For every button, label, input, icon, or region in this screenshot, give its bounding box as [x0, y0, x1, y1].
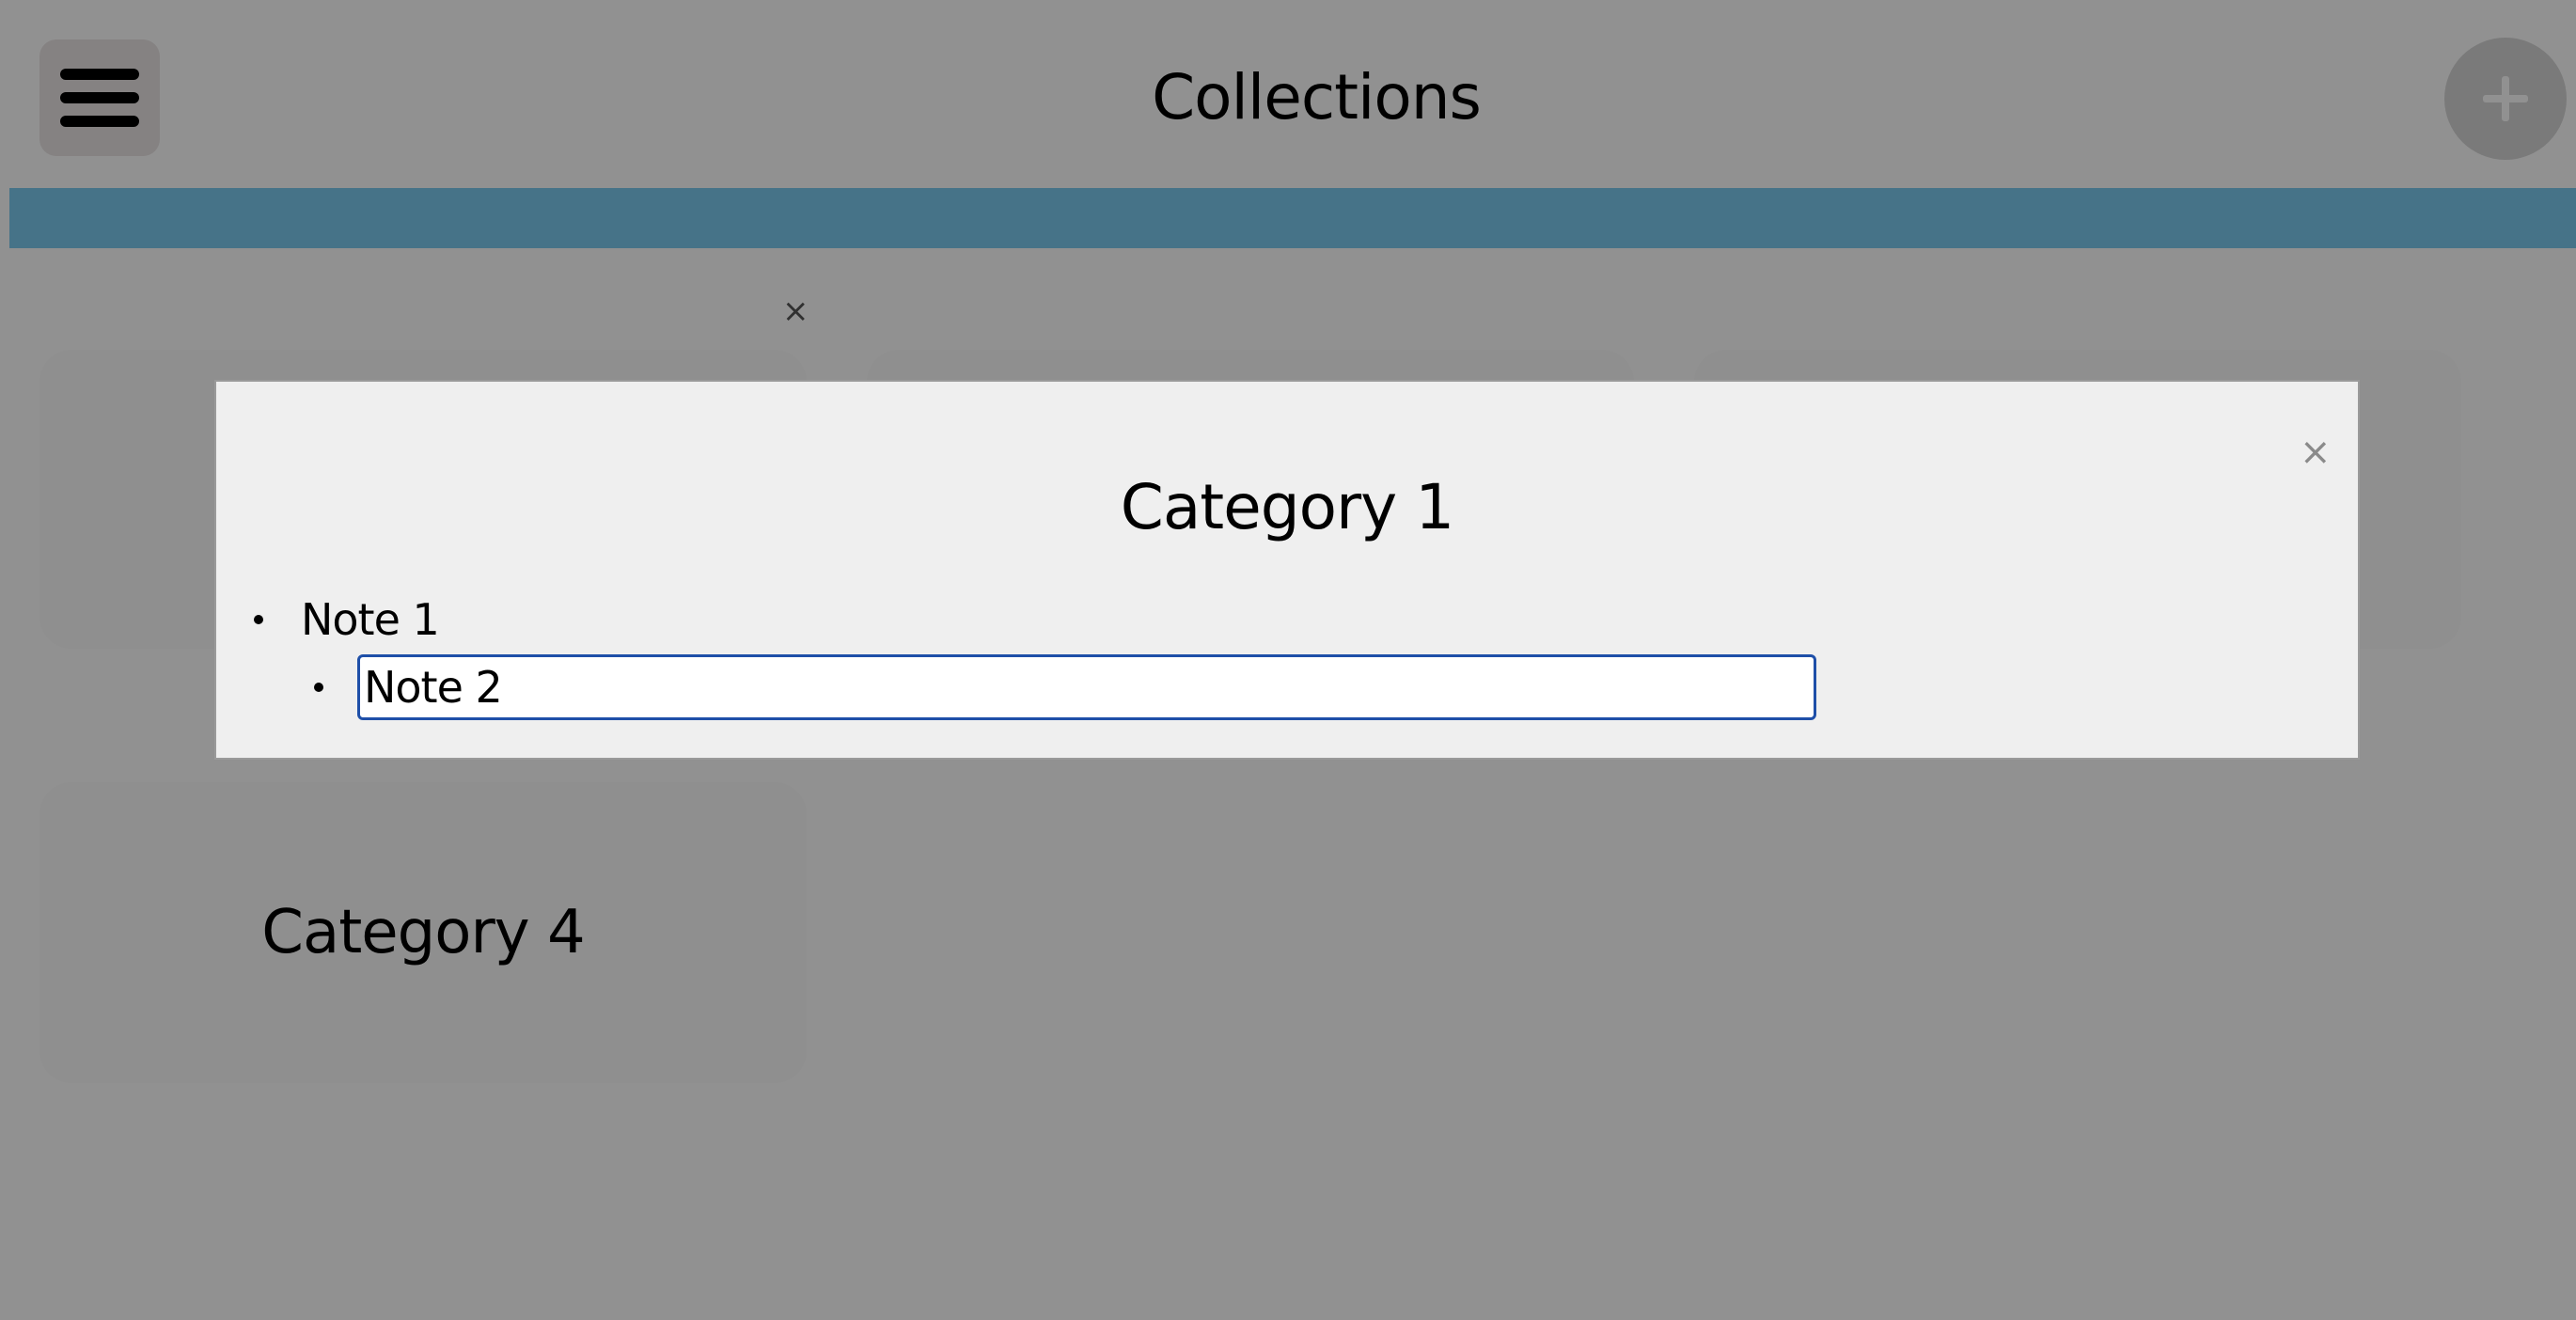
close-icon[interactable]: ×	[2300, 433, 2332, 471]
category-modal: × Category 1 Note 1	[214, 380, 2360, 760]
bullet-icon	[314, 683, 323, 692]
list-item[interactable]: Note 1	[254, 592, 440, 647]
bullet-icon	[254, 615, 263, 624]
list-item-bullet	[314, 683, 323, 692]
note-text: Note 1	[301, 594, 440, 645]
modal-title: Category 1	[1120, 471, 1454, 543]
note-edit-input[interactable]	[357, 654, 1816, 720]
